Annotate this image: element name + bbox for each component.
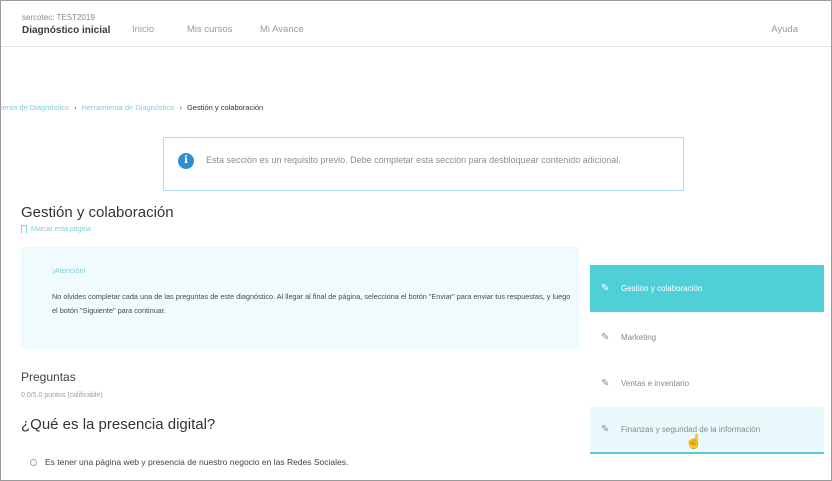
hand-cursor-icon: ☝ <box>685 433 703 449</box>
unit-title: Gestión y colaboración <box>21 204 174 221</box>
nav-link-mi-avance[interactable]: Mi Avance <box>260 24 304 35</box>
breadcrumb-separator: › <box>73 103 77 112</box>
sidebar-item-marketing[interactable]: ✎ Marketing <box>590 314 824 361</box>
breadcrumb-link-section[interactable]: ienta de Diagnóstico <box>1 103 69 112</box>
edit-icon: ✎ <box>601 283 610 294</box>
edit-icon: ✎ <box>601 332 610 343</box>
answer-option[interactable]: Es tener una página web y presencia de n… <box>30 457 348 467</box>
attention-title: ¡Atención! <box>52 266 86 275</box>
nav-link-ayuda[interactable]: Ayuda <box>771 24 798 35</box>
browser-frame: sercotec: TEST2019 Diagnóstico inicial I… <box>0 0 832 481</box>
problem-title: Preguntas <box>21 370 76 384</box>
question-text: ¿Qué es la presencia digital? <box>21 416 216 433</box>
bookmark-label: Marcar esta página <box>31 225 91 233</box>
org-name: sercotec: TEST2019 <box>22 13 95 22</box>
attention-box: ¡Atención! No olvides completar cada una… <box>21 247 579 349</box>
bookmark-button[interactable]: Marcar esta página <box>21 225 91 233</box>
nav-link-mis-cursos[interactable]: Mis cursos <box>187 24 232 35</box>
attention-text: No olvides completar cada una de las pre… <box>52 292 571 315</box>
sidebar-item-gestion[interactable]: ✎ Gestión y colaboración <box>590 265 824 312</box>
sidebar-item-label: Gestión y colaboración <box>621 284 703 293</box>
radio-button[interactable] <box>30 458 37 466</box>
nav-link-inicio[interactable]: Inicio <box>132 24 154 35</box>
prerequisite-notice: i Esta sección es un requisito previo. D… <box>163 137 684 191</box>
breadcrumb-separator: › <box>179 103 182 112</box>
course-title: Diagnóstico inicial <box>22 25 111 36</box>
sidebar-item-finanzas[interactable]: ✎ Finanzas y seguridad de la información <box>590 407 824 454</box>
problem-points: 0.0/5.0 puntos (calificable) <box>21 392 103 399</box>
info-icon: i <box>178 153 194 169</box>
top-header: sercotec: TEST2019 Diagnóstico inicial I… <box>1 1 831 47</box>
bookmark-icon <box>21 225 27 233</box>
breadcrumb-link-subsection[interactable]: Herramienta de Diagnóstico <box>81 103 174 112</box>
sidebar-item-ventas[interactable]: ✎ Ventas e inventario <box>590 360 824 407</box>
sidebar-item-label: Ventas e inventario <box>621 379 690 388</box>
edit-icon: ✎ <box>601 424 610 435</box>
answer-option-label: Es tener una página web y presencia de n… <box>45 457 349 467</box>
notice-text: Esta sección es un requisito previo. Deb… <box>206 155 621 165</box>
sidebar-item-label: Marketing <box>621 333 657 342</box>
breadcrumb: ienta de Diagnóstico › Herramienta de Diag… <box>1 103 263 112</box>
breadcrumb-current: Gestión y colaboración <box>186 103 264 112</box>
edit-icon: ✎ <box>601 378 610 389</box>
